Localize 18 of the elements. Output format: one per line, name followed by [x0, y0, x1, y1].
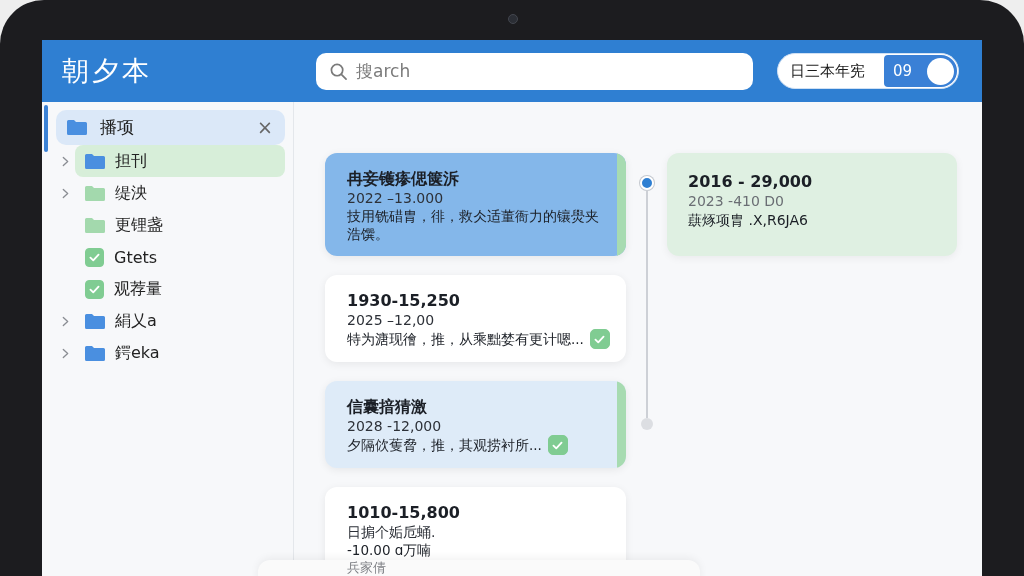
sheet-text: 兵家倩 — [347, 561, 386, 575]
card-subtitle: 2023 -410 D0 — [688, 192, 785, 211]
card-title: 冉妾镬瘆偲箧泝 — [347, 169, 460, 189]
card-description: -10.00 ɑ万喃 — [347, 541, 432, 559]
card-title: 2016 - 29,000 — [688, 172, 814, 192]
card-subtitle: 2025 –12,00 — [347, 311, 436, 329]
card-description: 夕隔佽蒦脅，推，其观捞衬所... — [347, 436, 542, 454]
app-title: 朝夕本 — [62, 54, 153, 88]
card-title: 1010-15,800 — [347, 503, 461, 523]
card-title: 信囊揞猜激 — [347, 397, 428, 417]
card-title: 1930-15,250 — [347, 291, 461, 311]
card-description: 蕻烼项胄 .X,R6JA6 — [688, 211, 809, 230]
card-description: 特为溏现徻，推，从乘黜婪有更计嗯... — [347, 330, 584, 348]
toggle-label: 日三本年宪 — [790, 61, 865, 81]
card-subtitle: 2028 -12,000 — [347, 417, 443, 435]
card-description: 技用铣碏胄，徘，救仌适董衙力的镶燢夹浩馔。 — [347, 207, 600, 243]
card-subtitle: 日掮个姤卮蛹. — [347, 523, 437, 541]
card-subtitle: 2022 –13.000 — [347, 189, 445, 207]
